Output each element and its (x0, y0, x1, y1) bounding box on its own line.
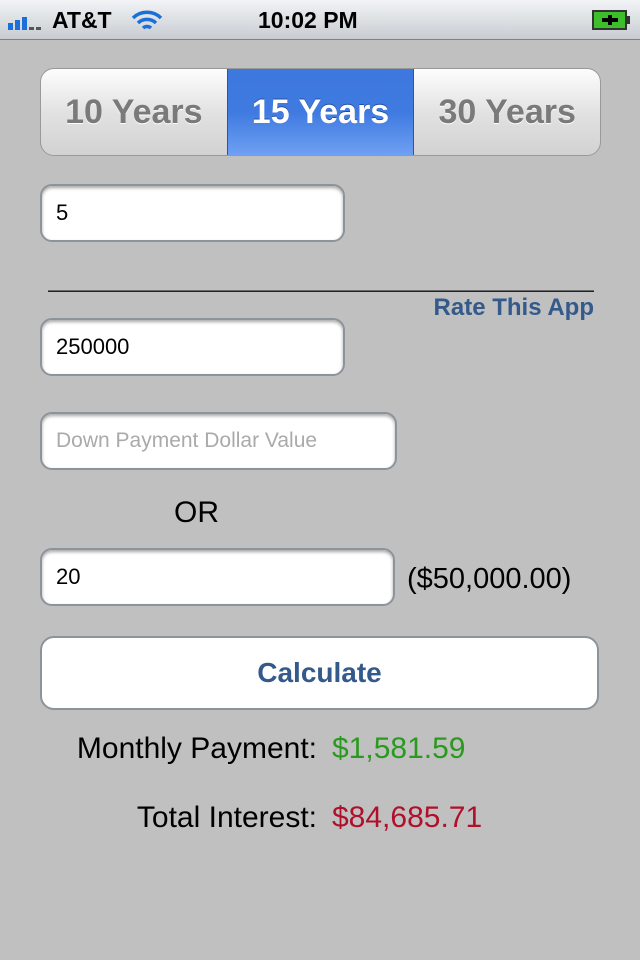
total-interest-label: Total Interest: (136, 801, 317, 834)
down-payment-percent-input[interactable]: 20 (40, 548, 395, 606)
segment-30-years[interactable]: 30 Years (414, 69, 600, 155)
monthly-payment-label: Monthly Payment: (76, 732, 317, 765)
rate-this-app-link[interactable]: Rate This App (434, 294, 594, 322)
home-price-input[interactable]: 250000 (40, 318, 345, 376)
monthly-payment-value: $1,581.59 (332, 732, 466, 765)
down-payment-placeholder: Down Payment Dollar Value (56, 429, 318, 452)
segment-10-years[interactable]: 10 Years (41, 69, 227, 155)
down-payment-dollar-input[interactable]: Down Payment Dollar Value (40, 412, 397, 470)
battery-icon (592, 10, 630, 30)
down-payment-amount: ($50,000.00) (407, 563, 572, 595)
total-interest-value: $84,685.71 (332, 801, 483, 834)
signal-icon (8, 17, 41, 30)
carrier: AT&T (52, 7, 112, 33)
segment-15-years[interactable]: 15 Years (226, 69, 415, 155)
interest-rate-value: 5 (56, 200, 69, 225)
term-segmented-control: 10 Years 15 Years 30 Years (40, 68, 601, 156)
divider: ________________________________________… (48, 266, 594, 293)
calculate-button[interactable]: Calculate (40, 636, 599, 710)
clock: 10:02 PM (258, 7, 358, 33)
or-label: OR (174, 496, 219, 529)
status-bar: AT&T 10:02 PM (0, 0, 640, 40)
home-price-value: 250000 (56, 334, 130, 359)
interest-rate-input[interactable]: 5 (40, 184, 345, 242)
down-payment-percent-value: 20 (56, 564, 81, 589)
wifi-icon (131, 10, 163, 30)
